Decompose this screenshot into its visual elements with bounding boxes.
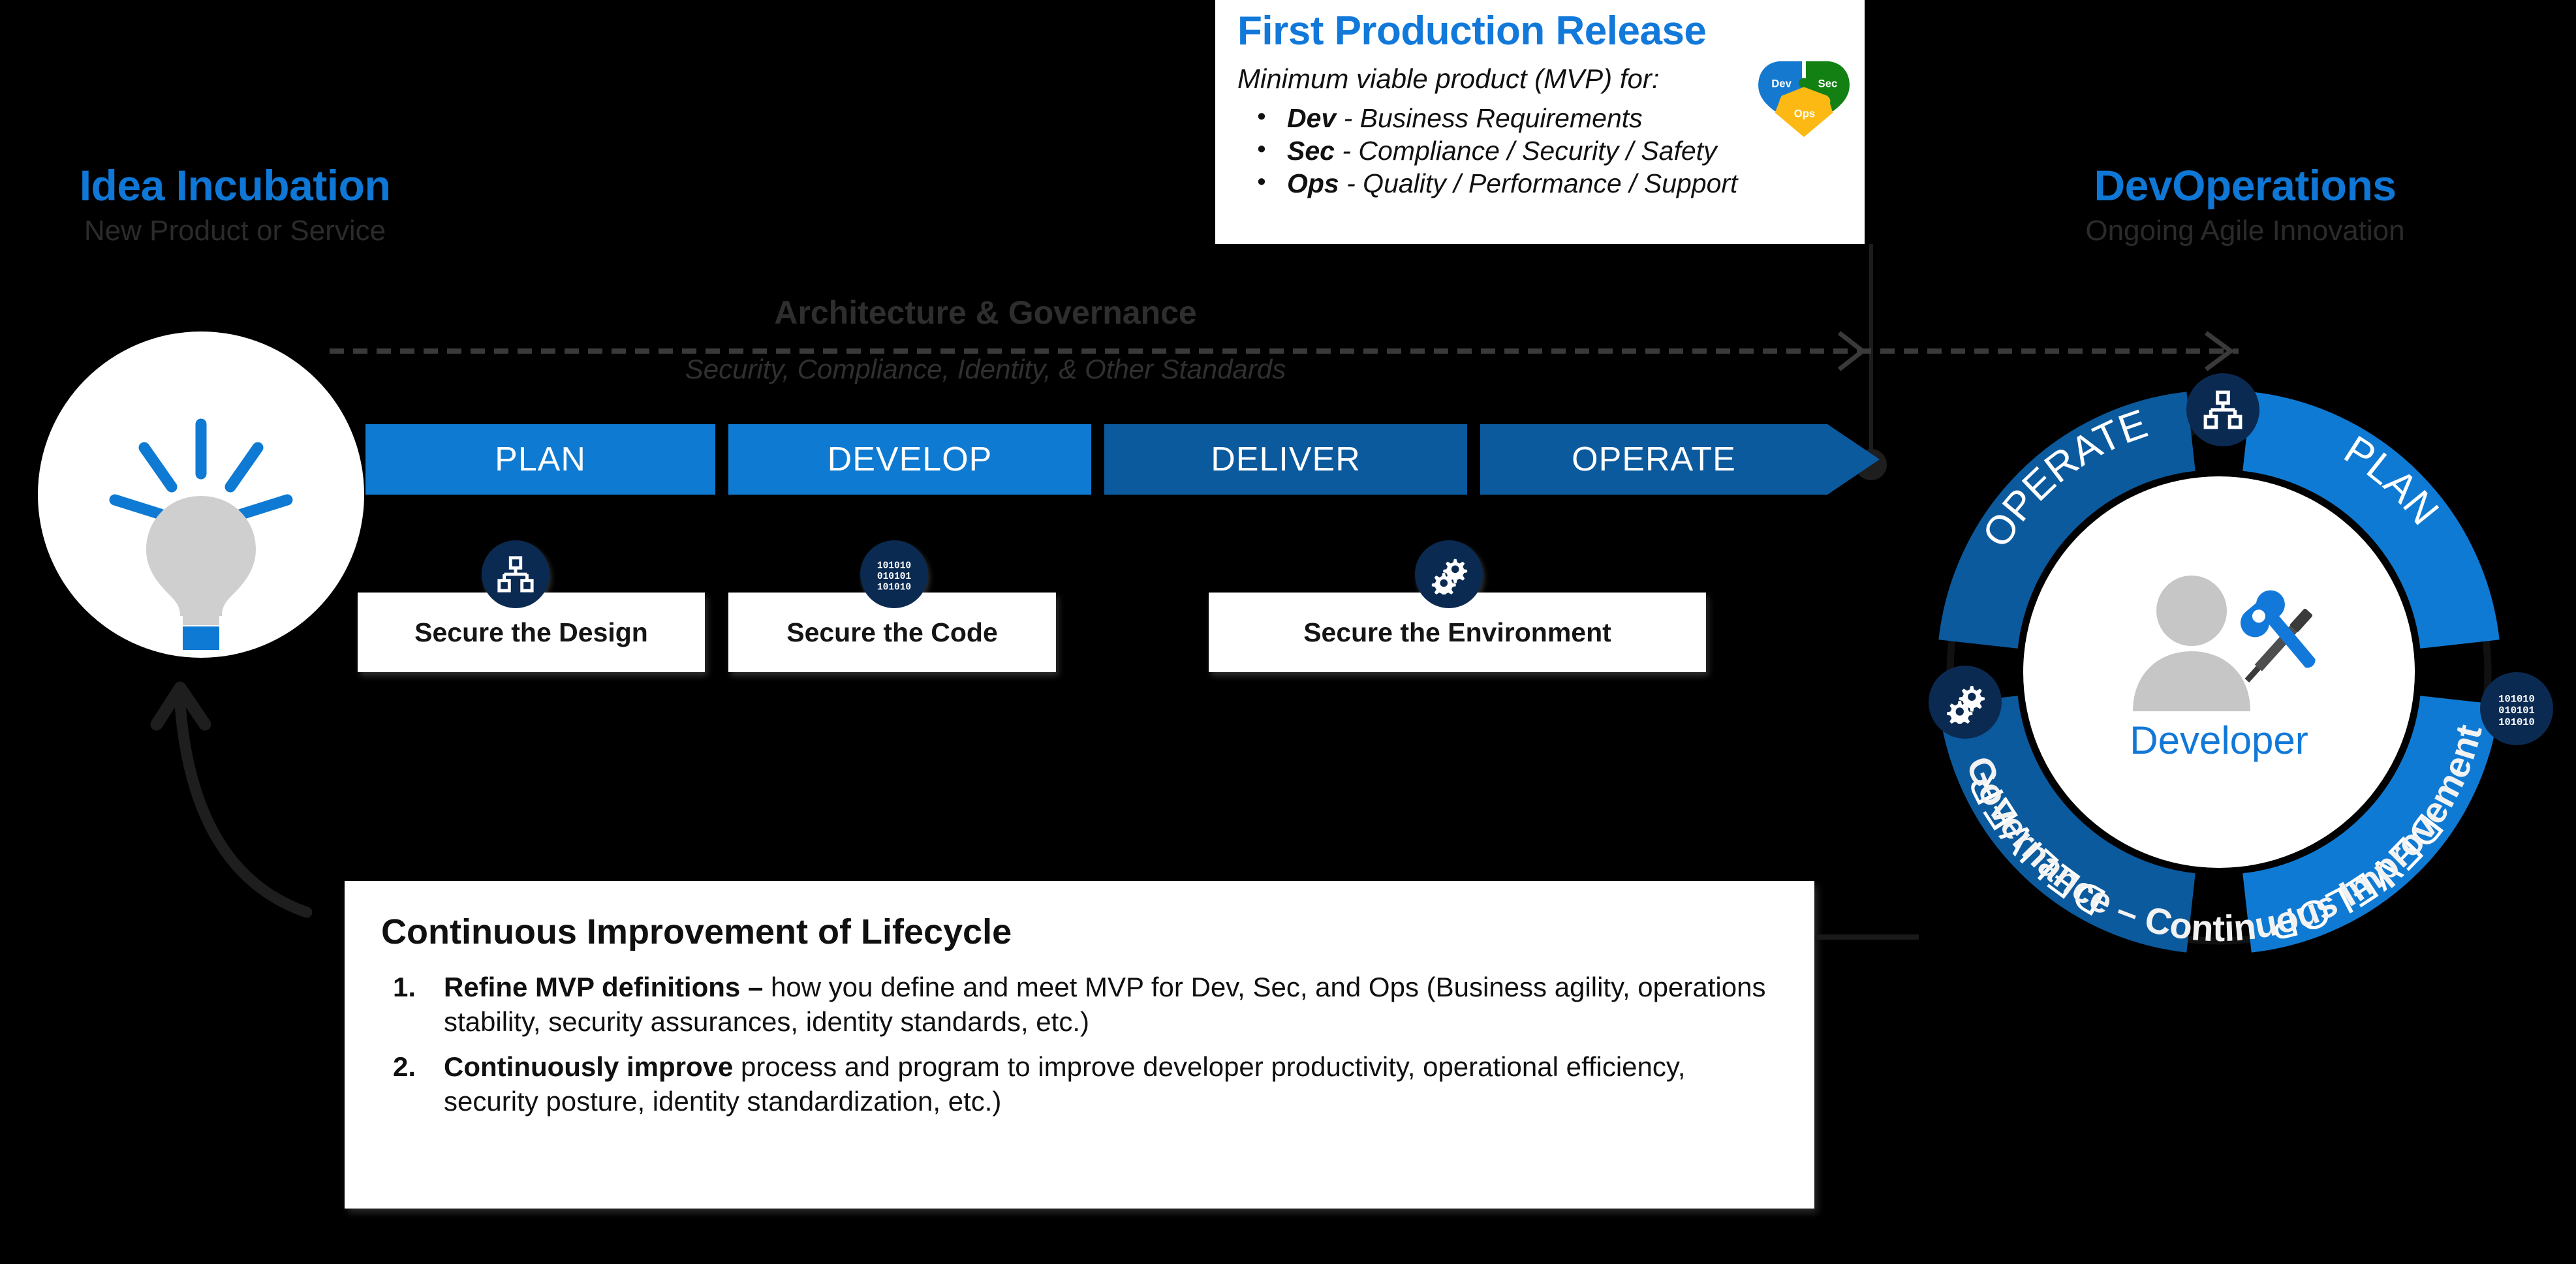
mvp-callout-title: First Production Release [1237, 8, 1707, 54]
heart-piece-label: Dev [1771, 77, 1792, 89]
secure-card-label: Secure the Environment [1303, 617, 1611, 647]
secure-the-design-card[interactable]: Secure the Design [358, 593, 705, 672]
mvp-item-desc: - Business Requirements [1336, 102, 1643, 133]
idea-incubation-title: Idea Incubation [79, 161, 391, 209]
recycle-back-to-idea-arrow [150, 681, 313, 918]
gears-icon [1415, 540, 1483, 608]
heart-piece-label: Ops [1794, 108, 1816, 120]
list-item: Continuously improve process and program… [381, 1050, 1780, 1119]
svg-text:010101: 010101 [877, 572, 912, 582]
governance-arrowhead-mid-icon [1837, 331, 1867, 371]
developer-person-tools-icon [2133, 576, 2316, 711]
pipeline-label-operate[interactable]: OPERATE [1480, 424, 1827, 495]
pipeline-label-deliver[interactable]: DELIVER [1104, 424, 1467, 495]
mvp-callout-lead: Minimum viable product (MVP) for: [1237, 63, 1660, 95]
first-production-release-callout: First Production Release Minimum viable … [1215, 0, 1865, 244]
hierarchy-icon [2186, 373, 2259, 446]
diagram-canvas: Idea Incubation New Product or Service D… [0, 0, 2576, 1264]
svg-text:010101: 010101 [2498, 705, 2535, 717]
binary-code-icon: 101010 010101 101010 [860, 540, 928, 608]
devsecops-heart-puzzle-icon: Dev Sec Ops [1758, 61, 1850, 138]
continuous-improvement-panel: Continuous Improvement of Lifecycle Refi… [345, 881, 1814, 1209]
heart-piece-label: Sec [1818, 77, 1838, 89]
mvp-item-list: Dev - Business Requirements Sec - Compli… [1237, 102, 1842, 200]
architecture-governance-subtitle: Security, Compliance, Identity, & Other … [685, 354, 1286, 384]
idea-incubation-heading: Idea Incubation New Product or Service [0, 161, 470, 249]
mvp-list-item: Sec - Compliance / Security / Safety [1237, 134, 1842, 167]
continuous-improvement-title: Continuous Improvement of Lifecycle [381, 912, 1012, 951]
list-item-lead: Refine MVP definitions – [444, 971, 771, 1002]
mvp-item-term: Dev [1287, 102, 1337, 133]
svg-text:101010: 101010 [877, 561, 911, 571]
svg-text:101010: 101010 [877, 582, 911, 593]
lightbulb-icon [109, 418, 293, 650]
mvp-list-item: Ops - Quality / Performance / Support [1237, 167, 1842, 200]
secure-card-label: Secure the Code [786, 617, 998, 647]
list-item: Refine MVP definitions – how you define … [381, 970, 1780, 1040]
hierarchy-icon [482, 540, 550, 608]
mvp-list-item: Dev - Business Requirements [1237, 102, 1842, 134]
mvp-item-term: Sec [1287, 135, 1335, 166]
svg-text:101010: 101010 [2498, 717, 2535, 728]
list-item-lead: Continuously improve [444, 1051, 741, 1082]
wheel-center-label: Developer [2130, 718, 2308, 762]
idea-incubation-subtitle: New Product or Service [84, 214, 386, 247]
pipeline-label-plan[interactable]: PLAN [365, 424, 715, 495]
devoperations-subtitle: Ongoing Agile Innovation [2085, 214, 2405, 247]
mvp-item-term: Ops [1287, 168, 1339, 198]
mvp-item-desc: - Compliance / Security / Safety [1334, 135, 1717, 166]
pipeline-label-develop[interactable]: DEVELOP [728, 424, 1091, 495]
gears-icon [1929, 666, 2002, 739]
mvp-item-desc: - Quality / Performance / Support [1339, 168, 1738, 198]
architecture-governance-title: Architecture & Governance [774, 294, 1197, 331]
devoperations-title: DevOperations [2094, 161, 2397, 209]
continuous-improvement-list: Refine MVP definitions – how you define … [381, 970, 1780, 1119]
devoperations-heading: DevOperations Ongoing Agile Innovation [1997, 161, 2493, 249]
idea-incubation-circle [38, 331, 364, 658]
svg-text:101010: 101010 [2498, 694, 2535, 705]
secure-card-label: Secure the Design [414, 617, 648, 647]
binary-code-icon: 101010 010101 101010 [2480, 672, 2553, 745]
